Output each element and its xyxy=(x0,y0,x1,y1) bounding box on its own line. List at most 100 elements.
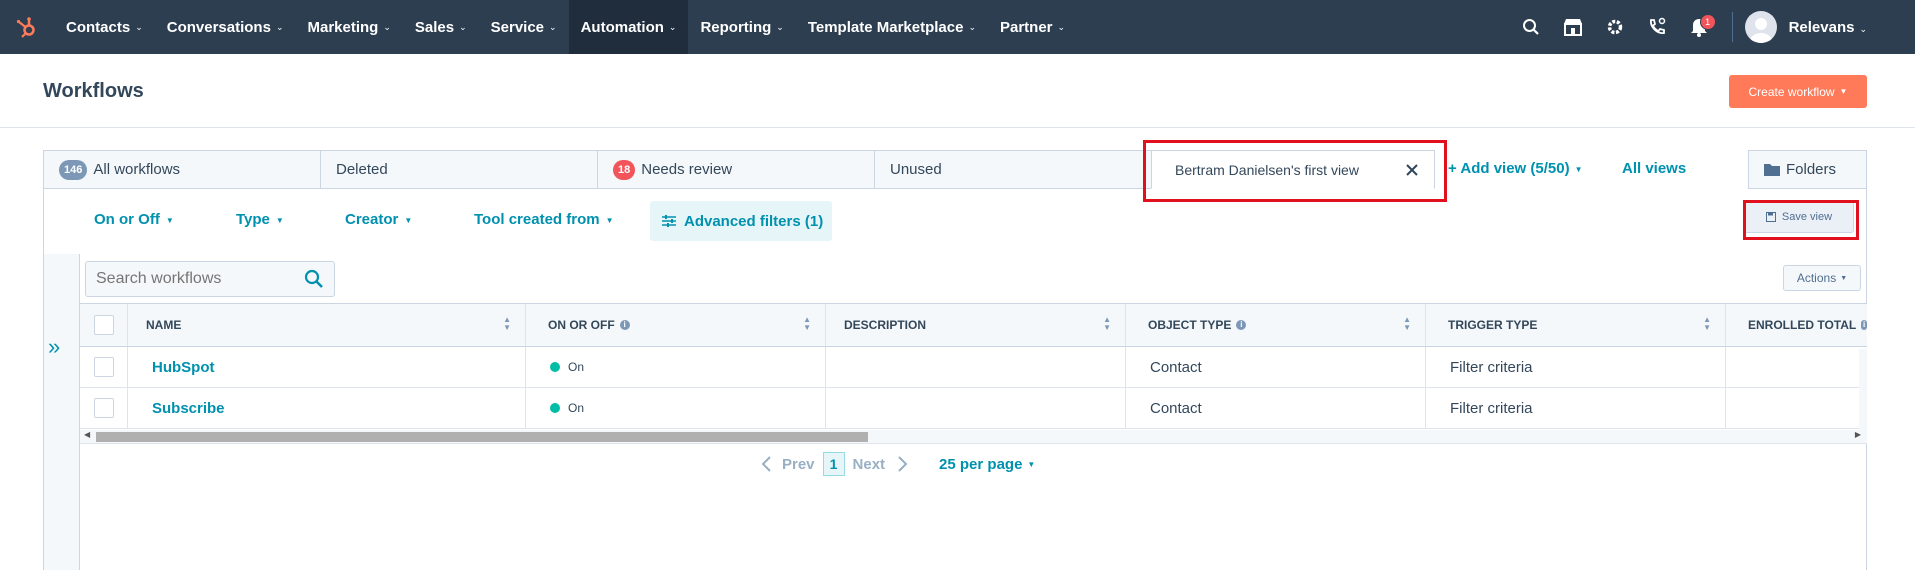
column-header-object-type[interactable]: OBJECT TYPE i ▲ ▼ xyxy=(1126,304,1426,346)
row-checkbox[interactable] xyxy=(94,398,114,418)
caret-down-icon: ▼ xyxy=(1574,164,1583,174)
workflow-name-link[interactable]: Subscribe xyxy=(144,400,225,417)
info-icon[interactable]: i xyxy=(1861,320,1867,330)
filter-tool-created-from[interactable]: Tool created from ▼ xyxy=(474,211,614,228)
scroll-left-arrow-icon[interactable]: ◀ xyxy=(84,430,90,439)
scrollbar-thumb[interactable] xyxy=(96,432,868,442)
left-rail: » xyxy=(44,254,80,570)
enrolled-total-cell xyxy=(1726,347,1867,387)
hubspot-logo-icon[interactable] xyxy=(0,0,54,54)
table-header: NAME ▲ ▼ ON OR OFF i ▲ ▼ DESCRIPTION ▲ ▼ OBJ… xyxy=(80,303,1867,347)
caret-down-icon: ▼ xyxy=(275,215,284,225)
filter-type[interactable]: Type ▼ xyxy=(236,211,284,228)
chevron-down-icon: ⌄ xyxy=(776,21,784,32)
nav-template-marketplace[interactable]: Template Marketplace ⌄ xyxy=(796,0,988,54)
enrolled-total-cell xyxy=(1726,388,1867,428)
name-cell: Subscribe xyxy=(128,388,526,428)
nav-reporting[interactable]: Reporting ⌄ xyxy=(688,0,795,54)
sort-icon[interactable]: ▲ ▼ xyxy=(1703,316,1711,332)
nav-automation[interactable]: Automation ⌄ xyxy=(568,0,689,54)
sort-icon[interactable]: ▲ ▼ xyxy=(1403,316,1411,332)
tab-deleted[interactable]: Deleted xyxy=(320,150,598,189)
column-header-trigger-type[interactable]: TRIGGER TYPE ▲ ▼ xyxy=(1426,304,1726,346)
advanced-filters-button[interactable]: Advanced filters (1) xyxy=(650,201,832,241)
info-icon[interactable]: i xyxy=(619,320,630,330)
tab-unused[interactable]: Unused xyxy=(874,150,1152,189)
nav-partner[interactable]: Partner ⌄ xyxy=(988,0,1077,54)
prev-button[interactable]: Prev xyxy=(782,456,815,473)
vertical-scrollbar[interactable] xyxy=(1859,349,1867,431)
chevron-right-icon[interactable] xyxy=(897,455,909,473)
row-checkbox[interactable] xyxy=(94,357,114,377)
nav-conversations[interactable]: Conversations ⌄ xyxy=(155,0,296,54)
status-dot xyxy=(550,403,560,413)
all-views-link[interactable]: All views xyxy=(1622,160,1686,177)
horizontal-scrollbar[interactable]: ◀ ▶ xyxy=(80,430,1867,444)
page-header: Workflows Create workflow ▼ xyxy=(0,54,1915,128)
search-input[interactable] xyxy=(86,262,291,296)
notification-badge: 1 xyxy=(1699,14,1716,30)
filter-on-or-off[interactable]: On or Off ▼ xyxy=(94,211,174,228)
caret-down-icon: ▼ xyxy=(1840,274,1848,282)
page-title: Workflows xyxy=(43,80,144,102)
notifications-bell-icon[interactable]: 1 xyxy=(1678,0,1720,54)
tab-all-workflows[interactable]: 146 All workflows xyxy=(43,150,321,189)
caret-down-icon: ▼ xyxy=(1027,460,1036,470)
count-badge: 18 xyxy=(613,159,636,180)
expand-sidebar-icon[interactable]: » xyxy=(48,334,60,360)
next-button[interactable]: Next xyxy=(853,456,886,473)
search-icon[interactable] xyxy=(1510,0,1552,54)
page-number[interactable]: 1 xyxy=(822,452,845,476)
account-menu[interactable]: Relevans ⌄ xyxy=(1789,19,1867,36)
chevron-down-icon: ⌄ xyxy=(1057,21,1066,32)
column-header-description[interactable]: DESCRIPTION ▲ ▼ xyxy=(826,304,1126,346)
select-all-cell xyxy=(80,304,128,346)
add-view-button[interactable]: + Add view (5/50) ▼ xyxy=(1448,160,1583,177)
caret-down-icon: ▼ xyxy=(605,215,614,225)
sort-icon[interactable]: ▲ ▼ xyxy=(1103,316,1111,332)
nav-contacts[interactable]: Contacts ⌄ xyxy=(54,0,155,54)
nav-utilities: 1 Relevans ⌄ xyxy=(1510,0,1915,54)
folders-tab[interactable]: Folders xyxy=(1748,150,1867,189)
table-row: HubSpot On Contact Filter criteria xyxy=(80,347,1867,388)
trigger-type-cell: Filter criteria xyxy=(1426,388,1726,428)
trigger-type-cell: Filter criteria xyxy=(1426,347,1726,387)
chevron-left-icon[interactable] xyxy=(760,455,772,473)
avatar[interactable] xyxy=(1744,11,1777,43)
chevron-down-icon: ⌄ xyxy=(668,21,677,32)
status-dot xyxy=(550,362,560,372)
tab-needs-review[interactable]: 18 Needs review xyxy=(597,150,875,189)
search-icon[interactable] xyxy=(304,269,324,294)
scroll-right-arrow-icon[interactable]: ▶ xyxy=(1855,430,1861,439)
info-icon[interactable]: i xyxy=(1236,320,1247,330)
caret-down-icon: ▼ xyxy=(404,215,413,225)
select-all-checkbox[interactable] xyxy=(94,315,114,335)
object-type-cell: Contact xyxy=(1126,388,1426,428)
nav-service[interactable]: Service ⌄ xyxy=(479,0,569,54)
pagination: Prev 1 Next 25 per page ▼ xyxy=(760,452,1035,476)
per-page-dropdown[interactable]: 25 per page ▼ xyxy=(939,456,1035,473)
actions-button[interactable]: Actions ▼ xyxy=(1783,265,1861,291)
column-header-enrolled-total[interactable]: ENROLLED TOTAL i xyxy=(1726,304,1867,346)
column-header-name[interactable]: NAME ▲ ▼ xyxy=(128,304,526,346)
nav-sales[interactable]: Sales ⌄ xyxy=(403,0,479,54)
column-header-on-or-off[interactable]: ON OR OFF i ▲ ▼ xyxy=(526,304,826,346)
filter-creator[interactable]: Creator ▼ xyxy=(345,211,412,228)
count-badge: 146 xyxy=(59,159,88,180)
sort-icon[interactable]: ▲ ▼ xyxy=(503,316,511,332)
top-navigation: Contacts ⌄ Conversations ⌄ Marketing ⌄ Sale… xyxy=(0,0,1915,54)
caret-down-icon: ▼ xyxy=(165,215,174,225)
marketplace-icon[interactable] xyxy=(1552,0,1594,54)
nav-marketing[interactable]: Marketing ⌄ xyxy=(295,0,402,54)
highlight-box-save-view xyxy=(1743,200,1859,240)
calling-icon[interactable] xyxy=(1636,0,1678,54)
create-workflow-button[interactable]: Create workflow ▼ xyxy=(1729,75,1867,108)
chevron-down-icon: ⌄ xyxy=(275,21,284,32)
chevron-down-icon: ⌄ xyxy=(135,21,143,32)
sort-icon[interactable]: ▲ ▼ xyxy=(803,316,811,332)
gear-icon[interactable] xyxy=(1594,0,1636,54)
folder-icon xyxy=(1764,164,1780,176)
table-row: Subscribe On Contact Filter criteria xyxy=(80,388,1867,429)
workflow-name-link[interactable]: HubSpot xyxy=(144,359,214,376)
row-select-cell xyxy=(80,388,128,428)
